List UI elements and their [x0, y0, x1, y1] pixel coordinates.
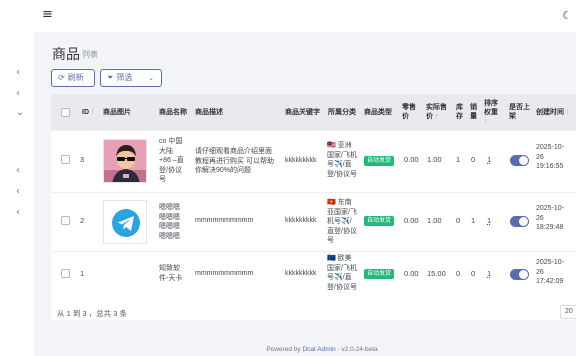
chevron-left-icon[interactable]: ‹ — [16, 208, 20, 218]
row-actual-price: 1.00 — [427, 155, 442, 164]
page-subtitle: 列表 — [82, 50, 98, 59]
version-text: · v2.0.24-beta — [335, 346, 378, 353]
row-stock: 0 — [456, 216, 461, 225]
filter-button[interactable]: ⏷ 筛选 ⌄ — [100, 69, 162, 87]
toggle-knob — [519, 156, 528, 165]
per-page-select[interactable]: 20 — [560, 305, 576, 319]
chevron-left-icon[interactable]: ‹ — [16, 187, 20, 197]
row-stock: 1 — [456, 155, 461, 164]
row-category: 🇲🇾 亚洲 国家/飞机 号✈️/直 登/协议号 — [327, 142, 357, 178]
chevron-left-icon[interactable]: ‹ — [16, 68, 20, 78]
toggle-knob — [519, 217, 528, 226]
chevron-down-icon[interactable]: ⌄ — [16, 108, 24, 118]
row-sales: 1 — [471, 216, 476, 225]
row-checkbox[interactable] — [61, 155, 70, 164]
dcat-admin-link[interactable]: Dcat Admin — [302, 346, 335, 353]
filter-icon: ⏷ — [107, 73, 114, 82]
row-category: 🇪🇺 欧美 国家/飞机 号✈️/直 登/协议号 — [327, 255, 357, 291]
sidebar: ‹ ‹ ⌄ ‹ ‹ ‹ — [0, 0, 34, 356]
sort-icon: ↑ — [434, 113, 439, 120]
filter-label: 筛选 — [116, 73, 133, 82]
row-actual-price: 15.00 — [427, 269, 446, 278]
row-created-at: 2025-10- 26 18:29:48 — [536, 205, 565, 231]
refresh-label: 刷新 — [67, 73, 84, 82]
row-checkbox[interactable] — [61, 216, 70, 225]
listed-toggle[interactable] — [510, 216, 529, 227]
refresh-icon: ⟳ — [58, 73, 65, 82]
row-retail-price: 0.00 — [404, 216, 419, 225]
row-created-at: 2025-10- 26 17:42:09 — [536, 259, 565, 285]
row-name: 嗯嗯嗯 嗯嗯嗯 嗯嗯嗯 嗯嗯嗯 — [159, 204, 180, 240]
row-stock: 0 — [456, 269, 461, 278]
powered-prefix: Powered by — [266, 346, 303, 353]
chevron-down-icon: ⌄ — [148, 74, 154, 82]
row-description: 请仔细观看商品介绍里面 教程再进行购买 可以帮助 你解决90%的问题 — [195, 148, 274, 174]
row-weight-editable[interactable]: 1 — [487, 269, 491, 279]
table-row: 1 知致软 件-天卡 mmmmmmmmmm kkkkkkkkk 🇪🇺 欧美 国家… — [51, 251, 576, 294]
row-description: mmmmmmmmmm — [195, 270, 254, 277]
row-id: 3 — [80, 155, 85, 164]
col-id[interactable]: ID ↑ — [82, 108, 94, 117]
table-header: ID ↑ 商品图片 商品名称 商品描述 商品关键字 所属分类 商品类型 零售价 … — [51, 94, 576, 130]
delivery-type-badge: 自动发货 — [364, 216, 395, 226]
row-name: cn 中国 大陆 +86 –直 登/协议 号 — [159, 138, 184, 183]
row-retail-price: 0.00 — [404, 155, 419, 164]
col-weight[interactable]: 排序 权重 ↑ — [484, 99, 498, 126]
toggle-knob — [519, 270, 528, 279]
row-id: 2 — [80, 216, 85, 225]
table-row: 2 嗯嗯嗯 嗯嗯嗯 嗯嗯嗯 嗯嗯嗯 mmmmmmmmmm kkkkkkkkk 🇻… — [51, 192, 576, 251]
row-retail-price: 0.00 — [404, 269, 419, 278]
col-category: 所属分类 — [328, 109, 356, 116]
select-all-checkbox[interactable] — [61, 108, 70, 117]
sort-icon: ↑ — [484, 118, 488, 125]
row-created-at: 2025-10- 26 19:16:55 — [536, 144, 565, 170]
listed-toggle[interactable] — [510, 155, 529, 166]
row-name: 知致软 件-天卡 — [159, 265, 183, 282]
top-navbar: ≡ ☾ — [34, 0, 576, 32]
sort-icon: ↑ — [90, 109, 95, 116]
telegram-logo-image — [104, 201, 146, 243]
col-image: 商品图片 — [103, 109, 131, 116]
col-stock: 库存 — [456, 104, 463, 120]
products-table: ID ↑ 商品图片 商品名称 商品描述 商品关键字 所属分类 商品类型 零售价 … — [51, 94, 576, 320]
col-actual-price[interactable]: 实际售价 ↑ — [426, 103, 447, 121]
row-id: 1 — [80, 269, 85, 278]
refresh-button[interactable]: ⟳ 刷新 — [51, 69, 95, 87]
row-sales: 0 — [471, 269, 476, 278]
col-desc: 商品描述 — [195, 109, 223, 116]
table-row: 3 cn 中国 大陆 +86 –直 登/协议 号 请仔细观看商品介绍里面 教程再… — [51, 130, 576, 192]
chevron-left-icon[interactable]: ‹ — [16, 166, 20, 176]
row-keyword: kkkkkkkkk — [285, 270, 317, 277]
col-type: 商品类型 — [364, 109, 392, 116]
pagination-info: 从 1 到 3 ，总共 3 条 — [57, 309, 128, 318]
powered-by-footer: Powered by Dcat Admin · v2.0.24-beta — [0, 346, 576, 353]
row-weight-editable[interactable]: 1 — [487, 155, 491, 165]
row-category: 🇻🇳 东南 亚国家/飞 机号✈️/ 直登/协议 号 — [327, 199, 357, 244]
row-checkbox[interactable] — [61, 269, 70, 278]
row-weight-editable[interactable]: 1 — [487, 216, 491, 226]
col-retail-price: 零售价 — [402, 104, 416, 120]
col-name: 商品名称 — [159, 109, 187, 116]
sort-icon: ↑ — [565, 109, 570, 116]
row-keyword: kkkkkkkkk — [285, 217, 317, 224]
product-image[interactable] — [103, 200, 147, 244]
row-sales: 0 — [471, 155, 476, 164]
product-image[interactable] — [103, 139, 147, 183]
col-sales: 销量 — [470, 104, 477, 120]
row-description: mmmmmmmmmm — [195, 217, 254, 224]
row-keyword: kkkkkkkkk — [285, 157, 317, 164]
listed-toggle[interactable] — [510, 269, 529, 280]
col-created[interactable]: 创建时间 ↑ — [536, 108, 569, 117]
avatar-with-sunglasses-image — [104, 140, 146, 182]
page-title: 商品 — [52, 46, 80, 62]
col-listed: 是否上架 — [509, 104, 530, 120]
theme-toggle-icon[interactable]: ☾ — [562, 9, 572, 22]
delivery-type-badge: 自动发货 — [364, 269, 395, 279]
delivery-type-badge: 自动发货 — [364, 156, 395, 166]
menu-toggle-icon[interactable]: ≡ — [42, 7, 53, 22]
chevron-left-icon[interactable]: ‹ — [16, 89, 20, 99]
col-keyword: 商品关键字 — [285, 109, 320, 116]
row-actual-price: 1.00 — [427, 216, 442, 225]
